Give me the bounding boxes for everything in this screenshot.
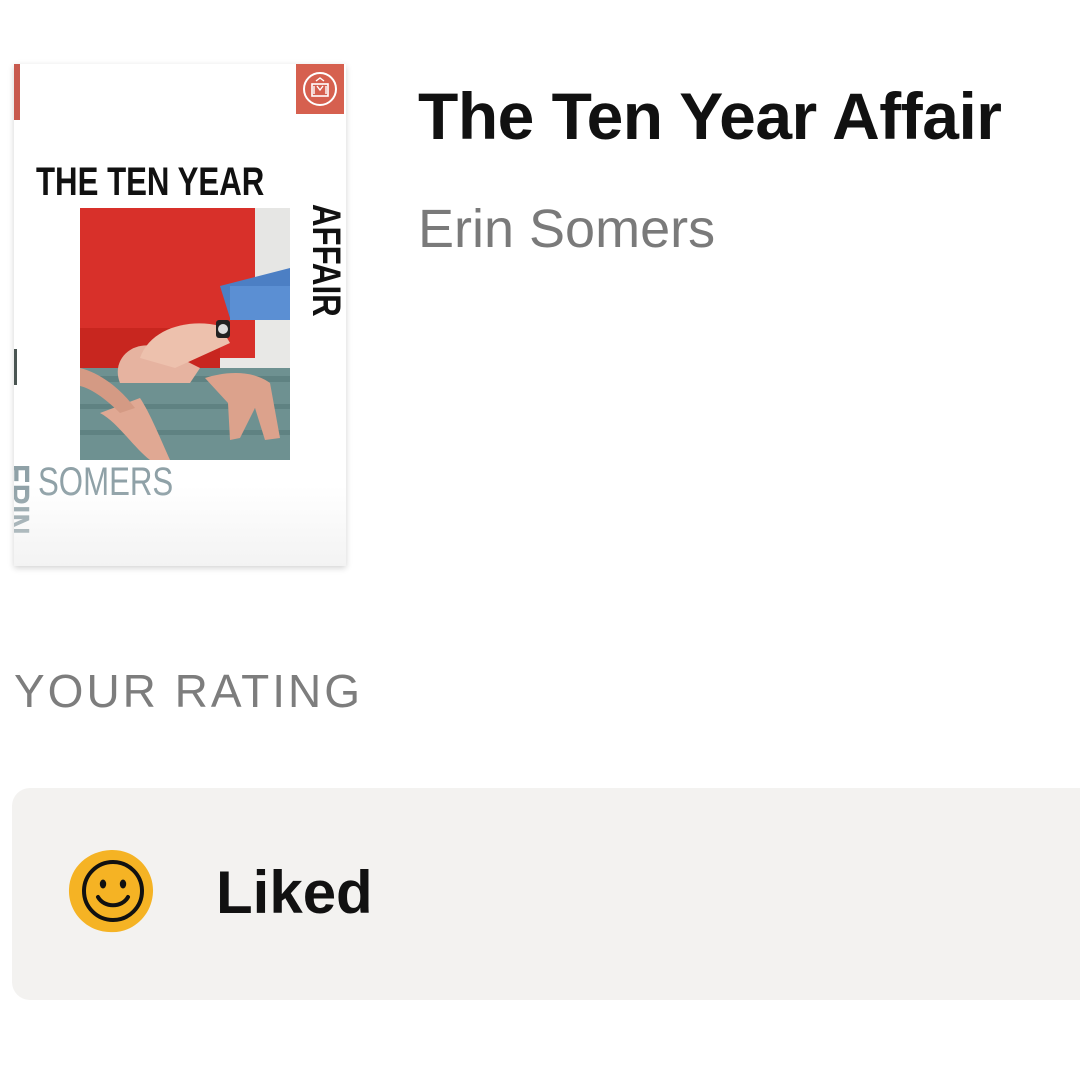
- cover-spine-mark: [14, 349, 17, 385]
- cover-spine-accent: [14, 64, 20, 120]
- publisher-logo: [296, 64, 344, 114]
- cover-title-text: THE TEN YEAR: [36, 160, 265, 204]
- smiley-icon: [64, 844, 158, 938]
- cover-shade: [14, 486, 346, 566]
- cover-title-vertical: AFFAIR: [304, 204, 346, 317]
- rating-card[interactable]: [12, 788, 1080, 1000]
- rating-value: Liked: [216, 859, 373, 926]
- book-author[interactable]: Erin Somers: [418, 198, 715, 260]
- rating-section-label: YOUR RATING: [14, 665, 364, 717]
- book-cover[interactable]: THE TEN YEAR AFFAIR ERIN: [14, 64, 346, 566]
- cover-artwork: [80, 208, 290, 460]
- book-title: The Ten Year Affair: [418, 79, 1002, 153]
